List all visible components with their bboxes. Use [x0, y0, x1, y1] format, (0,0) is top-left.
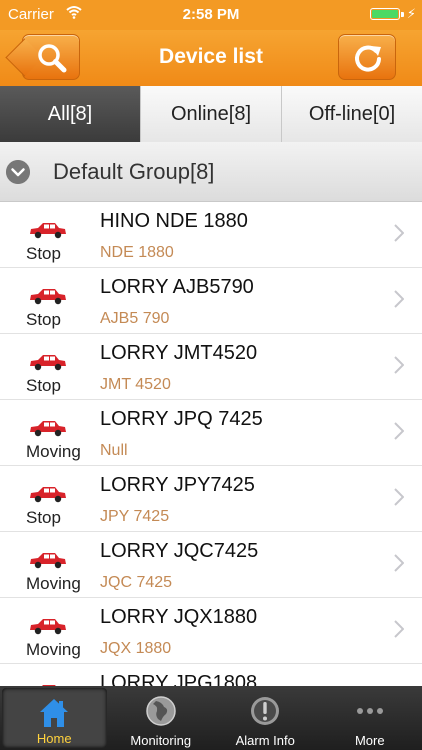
battery-icon [370, 8, 400, 20]
car-icon [30, 619, 66, 635]
device-name: LORRY JQX1880 [100, 606, 258, 628]
device-row[interactable]: Stop LORRY JMT4520 JMT 4520 [0, 334, 422, 400]
device-name: LORRY JPY7425 [100, 474, 255, 496]
chevron-right-icon [394, 620, 404, 638]
car-icon [30, 223, 66, 239]
device-row[interactable]: Moving LORRY JQC7425 JQC 7425 [0, 532, 422, 598]
chevron-right-icon [394, 554, 404, 572]
tab-label: Monitoring [130, 733, 192, 748]
device-status: Stop [26, 310, 61, 329]
tab-label: Alarm Info [235, 733, 295, 748]
device-status: Stop [26, 508, 61, 527]
group-header[interactable]: Default Group[8] [0, 142, 422, 202]
device-name: LORRY JQC7425 [100, 540, 259, 562]
group-title: Default Group[8] [53, 159, 215, 184]
nav-bar: Device list [0, 30, 422, 86]
device-plate: Null [100, 442, 128, 459]
device-row[interactable]: Moving LORRY JPQ 7425 Null [0, 400, 422, 466]
status-bar: Carrier 2:58 PM ⚡ [0, 0, 422, 30]
device-plate: JQX 1880 [100, 640, 172, 657]
device-plate: JMT 4520 [100, 376, 171, 393]
car-icon [30, 421, 66, 437]
car-icon [30, 289, 66, 305]
tab-bar: Home Monitoring Alarm Info More [0, 686, 422, 750]
device-plate: JPY 7425 [100, 508, 170, 525]
device-list: Stop HINO NDE 1880 NDE 1880 Stop LORRY A… [0, 202, 422, 686]
device-status: Stop [26, 244, 61, 263]
globe-icon [146, 696, 176, 726]
device-row[interactable]: LORRY JPG1808 [0, 664, 422, 686]
tab-label: Home [36, 731, 72, 746]
home-icon [40, 699, 69, 727]
device-plate: JQC 7425 [100, 574, 173, 591]
chevron-right-icon [394, 422, 404, 440]
tab-more[interactable]: More [318, 686, 422, 750]
tab-alarm-info[interactable]: Alarm Info [213, 686, 318, 750]
device-status: Moving [26, 640, 81, 659]
device-name: HINO NDE 1880 [100, 210, 248, 232]
device-name: LORRY AJB5790 [100, 276, 254, 298]
car-icon [30, 355, 66, 371]
device-status: Moving [26, 574, 81, 593]
charging-icon: ⚡ [406, 6, 416, 21]
refresh-icon [355, 45, 381, 72]
battery-tip [401, 12, 404, 17]
more-icon [356, 708, 383, 714]
filter-segments: All[8] Online[8] Off-line[0] [0, 86, 422, 142]
device-name: LORRY JPQ 7425 [100, 408, 263, 430]
alarm-icon [251, 697, 280, 725]
car-icon [30, 487, 66, 503]
segment-all[interactable]: All[8] [0, 86, 141, 142]
device-plate: AJB5 790 [100, 310, 170, 327]
device-status: Moving [26, 442, 81, 461]
device-status: Stop [26, 376, 61, 395]
device-plate: NDE 1880 [100, 244, 174, 261]
tab-monitoring[interactable]: Monitoring [109, 686, 214, 750]
chevron-down-icon [6, 160, 30, 184]
car-icon [30, 553, 66, 569]
chevron-right-icon [394, 290, 404, 308]
device-name: LORRY JMT4520 [100, 342, 258, 364]
segment-online[interactable]: Online[8] [141, 86, 282, 142]
tab-home[interactable]: Home [2, 688, 107, 748]
status-time: 2:58 PM [182, 6, 240, 23]
chevron-right-icon [394, 224, 404, 242]
device-row[interactable]: Moving LORRY JQX1880 JQX 1880 [0, 598, 422, 664]
chevron-right-icon [394, 488, 404, 506]
chevron-right-icon [394, 356, 404, 374]
device-row[interactable]: Stop LORRY AJB5790 AJB5 790 [0, 268, 422, 334]
segment-offline[interactable]: Off-line[0] [282, 86, 422, 142]
refresh-button[interactable] [338, 34, 396, 80]
tab-label: More [354, 733, 385, 748]
device-name: LORRY JPG1808 [100, 672, 258, 686]
device-row[interactable]: Stop LORRY JPY7425 JPY 7425 [0, 466, 422, 532]
device-row[interactable]: Stop HINO NDE 1880 NDE 1880 [0, 202, 422, 268]
